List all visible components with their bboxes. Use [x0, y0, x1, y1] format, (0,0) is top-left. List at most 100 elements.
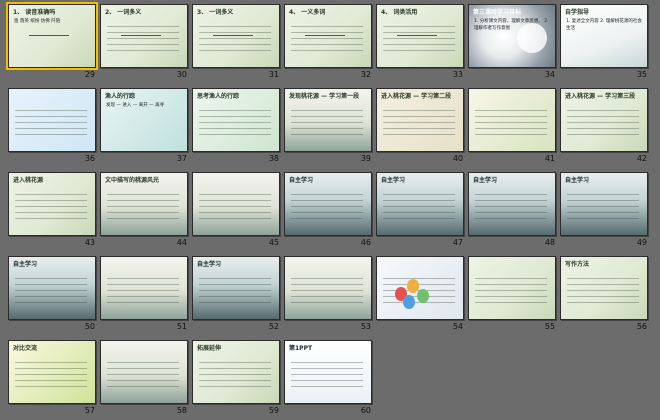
slide-number: 31: [268, 70, 279, 79]
slide-content-lines: [199, 105, 271, 139]
slide-preview[interactable]: 思考渔人的行踪: [192, 88, 280, 152]
slide-thumbnail[interactable]: 自主学习 46: [281, 170, 375, 252]
slide-preview[interactable]: 对比交流: [8, 340, 96, 404]
slide-preview[interactable]: 自主学习: [284, 172, 372, 236]
slide-preview[interactable]: 进入桃花源 — 学习第三段: [560, 88, 648, 152]
slide-thumbnail[interactable]: 发现桃花源 — 学习第一段 39: [281, 86, 375, 168]
slide-preview[interactable]: 自主学习: [8, 256, 96, 320]
slide-preview[interactable]: 第三课时学习目标 1. 分析课文内容，理解文章思想。 2. 理解作者写作意图: [468, 4, 556, 68]
slide-thumbnail[interactable]: 第1PPT 60: [281, 338, 375, 420]
slide-preview[interactable]: 文中描写的桃源风光: [100, 172, 188, 236]
slide-thumbnail[interactable]: 进入桃花源 — 学习第二段 40: [373, 86, 467, 168]
slide-preview[interactable]: 4、 词类活用: [376, 4, 464, 68]
slide-preview[interactable]: 2、 一词多义: [100, 4, 188, 68]
slide-title: 第三课时学习目标: [473, 9, 522, 16]
slide-title: 对比交流: [13, 345, 38, 352]
slide-preview[interactable]: [192, 172, 280, 236]
slide-title: 进入桃花源 — 学习第三段: [565, 93, 636, 100]
slide-thumbnail[interactable]: 58: [97, 338, 191, 420]
slide-preview[interactable]: 自学指导 1. 复述全文内容 2. 理解桃花源的社会生活: [560, 4, 648, 68]
slide-title: 自主学习: [473, 177, 498, 184]
slide-preview[interactable]: [8, 88, 96, 152]
slide-thumbnail[interactable]: 自主学习 52: [189, 254, 283, 336]
slide-preview[interactable]: 自主学习: [376, 172, 464, 236]
slide-thumbnail[interactable]: 1、 读音准确吗渔 落英 缤纷 仿佛 阡陌 29: [5, 2, 99, 84]
slide-thumbnail[interactable]: 54: [373, 254, 467, 336]
slide-preview[interactable]: 第1PPT: [284, 340, 372, 404]
slide-thumbnail[interactable]: 进入桃花源 — 学习第三段 42: [557, 86, 651, 168]
slide-preview[interactable]: [376, 256, 464, 320]
slide-body-text: 发现 — 进入 — 离开 — 再寻: [106, 103, 165, 108]
slide-preview[interactable]: [284, 256, 372, 320]
slide-thumbnail[interactable]: 对比交流 57: [5, 338, 99, 420]
slide-preview[interactable]: 自主学习: [468, 172, 556, 236]
slide-preview[interactable]: [100, 340, 188, 404]
slide-thumbnail[interactable]: 拓展延伸 59: [189, 338, 283, 420]
slide-thumbnail[interactable]: 进入桃花源 43: [5, 170, 99, 252]
slide-number: 29: [84, 70, 95, 79]
slide-thumbnail[interactable]: 思考渔人的行踪 38: [189, 86, 283, 168]
slide-title: 发现桃花源 — 学习第一段: [289, 93, 360, 100]
slide-number: 49: [636, 238, 647, 247]
slide-preview[interactable]: [468, 256, 556, 320]
slide-content-lines: [15, 105, 87, 139]
slide-preview[interactable]: 拓展延伸: [192, 340, 280, 404]
slide-thumbnail[interactable]: 第三课时学习目标 1. 分析课文内容，理解文章思想。 2. 理解作者写作意图 34: [465, 2, 559, 84]
red-bracket-line: [213, 35, 253, 36]
slide-thumbnail[interactable]: 自主学习 50: [5, 254, 99, 336]
slide-thumbnail[interactable]: 自主学习 47: [373, 170, 467, 252]
slide-preview[interactable]: 1、 读音准确吗渔 落英 缤纷 仿佛 阡陌: [6, 2, 98, 70]
slide-thumbnail[interactable]: 3、 一词多义 31: [189, 2, 283, 84]
slide-thumbnail[interactable]: 自主学习 49: [557, 170, 651, 252]
slide-number: 55: [544, 322, 555, 331]
slide-content-lines: [567, 189, 639, 223]
slide-preview[interactable]: [468, 88, 556, 152]
slide-number: 42: [636, 154, 647, 163]
slide-thumbnail[interactable]: 55: [465, 254, 559, 336]
red-bracket-line: [29, 35, 69, 36]
slide-preview[interactable]: [100, 256, 188, 320]
slide-title: 自学指导: [565, 9, 590, 16]
slide-title: 自主学习: [565, 177, 590, 184]
slide-title: 2、 一词多义: [105, 9, 142, 16]
slide-preview[interactable]: 自主学习: [560, 172, 648, 236]
slide-preview[interactable]: 4、 一义多词: [284, 4, 372, 68]
slide-thumbnail[interactable]: 51: [97, 254, 191, 336]
slide-preview[interactable]: 写作方法: [560, 256, 648, 320]
slide-thumbnail[interactable]: 41: [465, 86, 559, 168]
slide-content-lines: [291, 21, 363, 55]
slide-thumbnail[interactable]: 45: [189, 170, 283, 252]
moon-decoration: [517, 23, 547, 53]
slide-content-lines: [291, 273, 363, 307]
slide-preview[interactable]: 渔人的行踪 发现 — 进入 — 离开 — 再寻: [100, 88, 188, 152]
slide-title: 自主学习: [13, 261, 38, 268]
slide-thumbnail[interactable]: 写作方法 56: [557, 254, 651, 336]
slide-title: 自主学习: [197, 261, 222, 268]
slide-preview[interactable]: 自主学习: [192, 256, 280, 320]
slide-thumbnail[interactable]: 2、 一词多义 30: [97, 2, 191, 84]
slide-thumbnail[interactable]: 4、 一义多词 32: [281, 2, 375, 84]
slide-body-text: 1. 复述全文内容 2. 理解桃花源的社会生活: [566, 19, 642, 31]
slide-thumbnail[interactable]: 自学指导 1. 复述全文内容 2. 理解桃花源的社会生活 35: [557, 2, 651, 84]
slide-preview[interactable]: 3、 一词多义: [192, 4, 280, 68]
slide-preview[interactable]: 进入桃花源: [8, 172, 96, 236]
slide-thumbnail[interactable]: 36: [5, 86, 99, 168]
slide-thumbnail[interactable]: 自主学习 48: [465, 170, 559, 252]
slide-title: 1、 读音准确吗: [13, 9, 56, 16]
slide-thumbnail[interactable]: 渔人的行踪 发现 — 进入 — 离开 — 再寻 37: [97, 86, 191, 168]
slide-content-lines: [199, 21, 271, 55]
slide-content-lines: [107, 189, 179, 223]
slide-thumbnail[interactable]: 53: [281, 254, 375, 336]
slide-thumbnail[interactable]: 4、 词类活用 33: [373, 2, 467, 84]
slide-content-lines: [107, 273, 179, 307]
slide-preview[interactable]: 进入桃花源 — 学习第二段: [376, 88, 464, 152]
slide-content-lines: [475, 273, 547, 307]
slide-title: 思考渔人的行踪: [197, 93, 240, 100]
slide-number: 34: [544, 70, 555, 79]
slide-number: 48: [544, 238, 555, 247]
slide-number: 53: [360, 322, 371, 331]
slide-preview[interactable]: 发现桃花源 — 学习第一段: [284, 88, 372, 152]
slide-thumbnail[interactable]: 文中描写的桃源风光 44: [97, 170, 191, 252]
slide-number: 47: [452, 238, 463, 247]
slide-number: 51: [176, 322, 187, 331]
